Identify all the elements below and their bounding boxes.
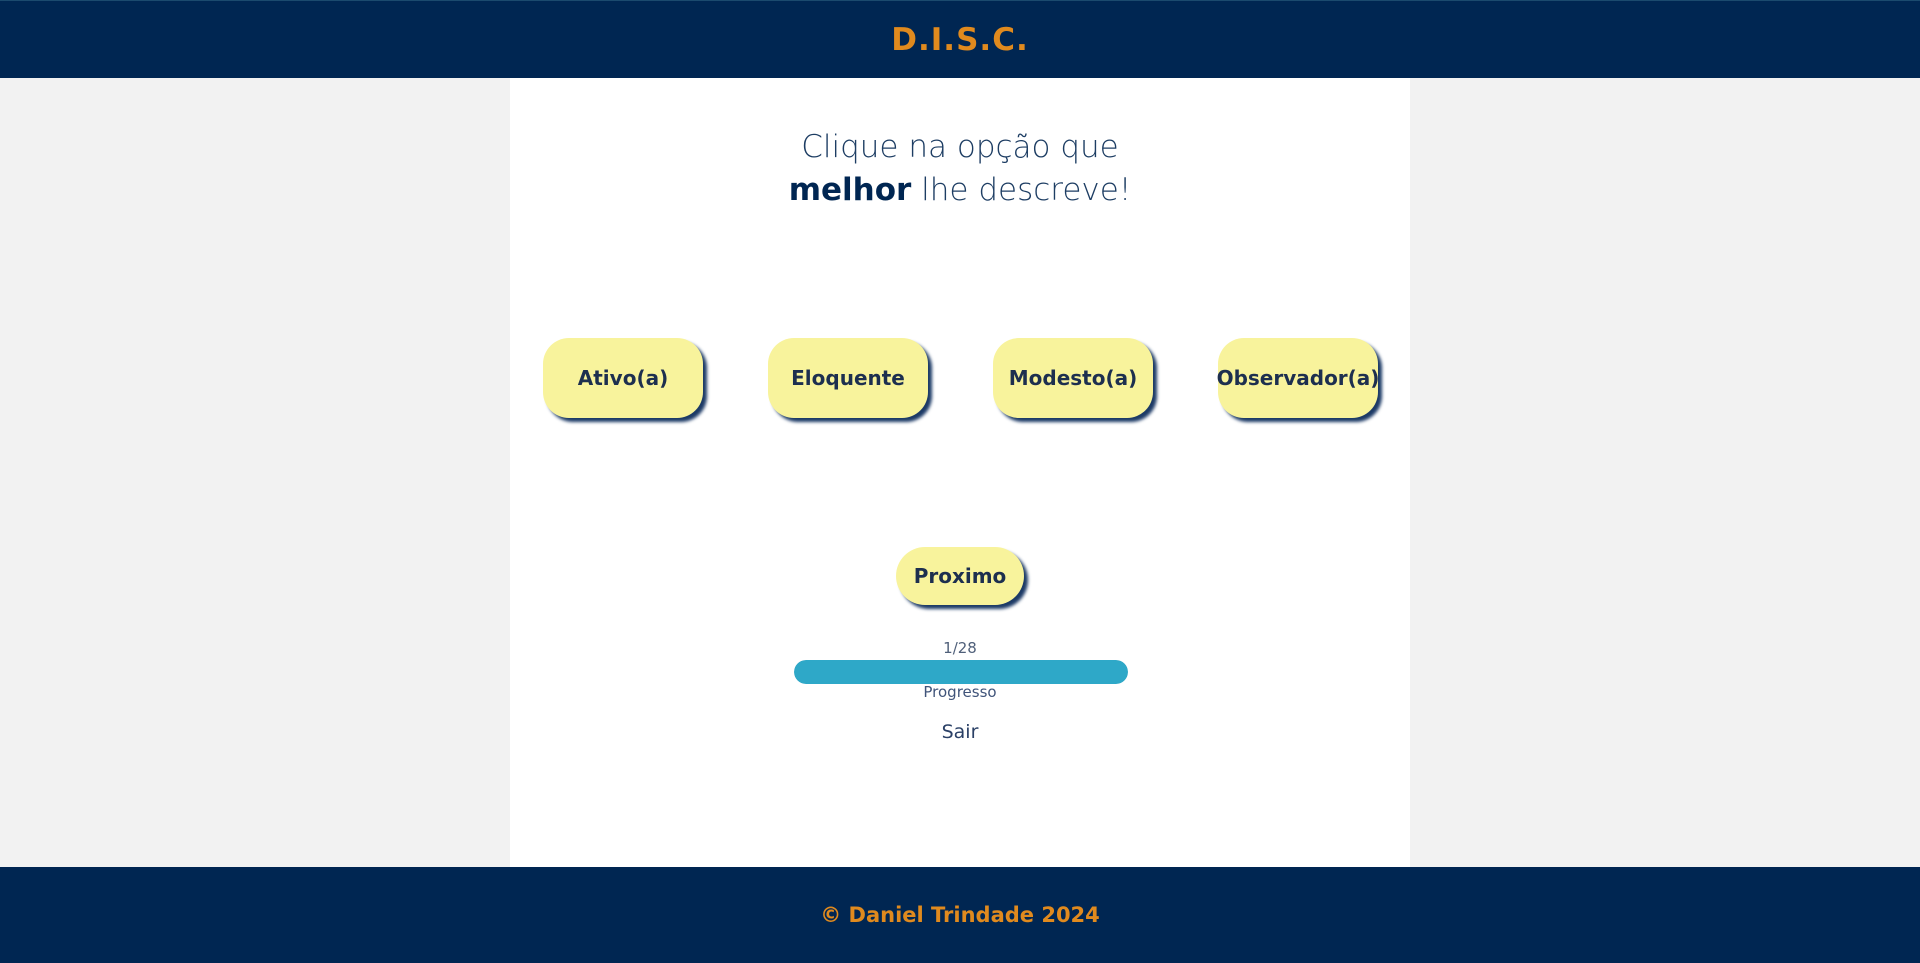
prompt-line-1: Clique na opção que [801,129,1119,165]
brand-title: D.I.S.C. [891,21,1029,58]
quiz-panel: Clique na opção que melhor lhe descreve!… [510,78,1410,867]
prompt-line-2: melhor lhe descreve! [510,169,1410,212]
option-button-eloquente[interactable]: Eloquente [768,338,928,418]
footer-copyright: © Daniel Trindade 2024 [820,903,1100,927]
question-prompt: Clique na opção que melhor lhe descreve! [510,126,1410,212]
progress-label: Progresso [923,683,997,701]
progress-counter: 1/28 [943,639,977,657]
exit-link[interactable]: Sair [510,721,1410,743]
next-button[interactable]: Proximo [896,547,1024,605]
progress-bar [794,660,1128,684]
option-button-ativo[interactable]: Ativo(a) [543,338,703,418]
prompt-line-2-rest: lhe descreve! [911,172,1132,208]
option-button-modesto[interactable]: Modesto(a) [993,338,1153,418]
prompt-emphasis: melhor [788,172,912,208]
top-header: D.I.S.C. [0,0,1920,78]
footer: © Daniel Trindade 2024 [0,867,1920,963]
progress-bar-fill [794,660,1128,684]
option-button-observador[interactable]: Observador(a) [1217,338,1379,418]
